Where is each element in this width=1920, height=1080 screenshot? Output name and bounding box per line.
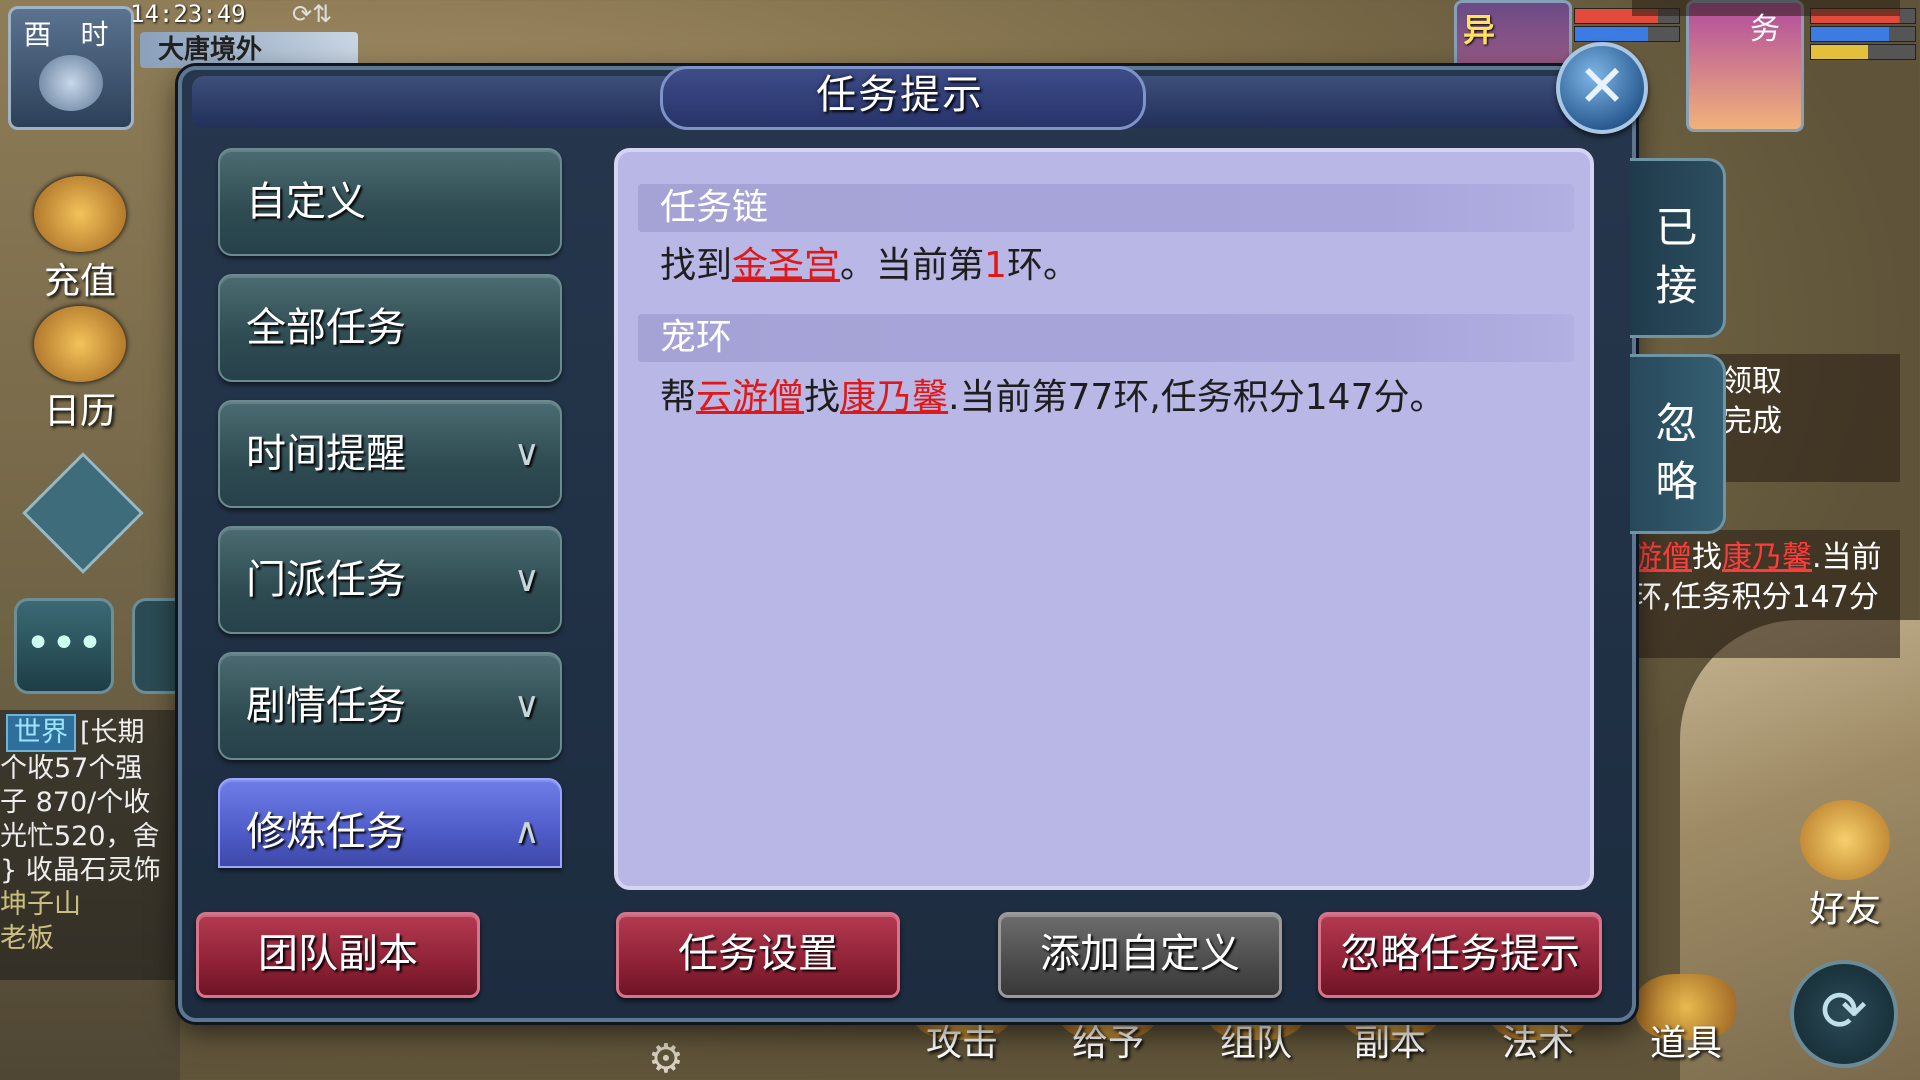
category-label: 时间提醒: [246, 431, 406, 477]
signal-icon: ⟳⇅: [292, 0, 333, 28]
clock: 14:23:49: [130, 0, 246, 28]
task-name: 任务链: [660, 187, 769, 228]
team-dungeon-button[interactable]: 团队副本: [196, 912, 480, 998]
task-text: 。当前第: [840, 245, 985, 286]
chat-bubble-icon[interactable]: •••: [14, 598, 114, 694]
player-anger-bar: [1810, 44, 1916, 60]
tab-accepted[interactable]: 已 接: [1630, 158, 1726, 338]
task-section-header: 任务链: [638, 184, 1574, 232]
chat-line: } 收晶石灵饰: [0, 855, 161, 886]
recharge-label: 充值: [43, 261, 116, 302]
tracker-link[interactable]: 游僧: [1632, 540, 1692, 575]
npc-link[interactable]: 云游僧: [696, 377, 804, 418]
category-label: 门派任务: [246, 557, 406, 603]
gong-icon: [34, 306, 126, 382]
voice-button[interactable]: [132, 598, 178, 694]
category-time-reminder[interactable]: 时间提醒 ∨: [218, 400, 562, 508]
items-button[interactable]: 道具: [1626, 974, 1746, 1066]
task-detail-panel: 任务链 找到金圣宫。当前第1环。 宠环 帮云游僧找康乃馨.当前第77环,任务积分…: [614, 148, 1594, 890]
chevron-up-icon: ∧: [513, 811, 540, 852]
tracker-text: 找: [1692, 540, 1722, 575]
friends-label: 好友: [1808, 889, 1881, 930]
calendar-label: 日历: [43, 391, 116, 432]
chat-line: 坤子山: [0, 889, 81, 920]
pet-mp-bar: [1574, 26, 1680, 42]
gear-icon[interactable]: ⚙: [648, 1036, 684, 1080]
pet-portrait-label: 异: [1463, 11, 1496, 49]
world-chat-panel[interactable]: 世界 [长期 个收57个强 子 870/个收 光忙520，舍 } 收晶石灵饰 坤子…: [0, 710, 178, 980]
item-link[interactable]: 康乃馨: [840, 377, 948, 418]
ignore-task-tip-button[interactable]: 忽略任务提示: [1318, 912, 1602, 998]
tab-ignored[interactable]: 忽 略: [1630, 354, 1726, 534]
location-label[interactable]: 大唐境外: [140, 32, 358, 68]
category-custom[interactable]: 自定义: [218, 148, 562, 256]
task-section-header: 宠环: [638, 314, 1574, 362]
task-text: .当前第77环,任务积分147分。: [948, 377, 1446, 418]
calendar-button[interactable]: 日历: [20, 306, 140, 434]
task-name: 宠环: [660, 317, 733, 358]
refresh-icon[interactable]: ⟳: [1790, 960, 1898, 1068]
close-icon[interactable]: ✕: [1556, 42, 1648, 134]
shichen-label: 酉 时: [23, 18, 119, 51]
tracker-link[interactable]: 康乃馨: [1722, 540, 1812, 575]
moon-emblem-icon: [39, 55, 103, 111]
category-all-tasks[interactable]: 全部任务: [218, 274, 562, 382]
tab-label: 忽: [1655, 399, 1698, 448]
tracker-header-label: 务: [1750, 12, 1780, 47]
chat-line: 子 870/个收: [0, 787, 151, 818]
team-label: 组队: [1219, 1023, 1292, 1064]
tab-label: 接: [1655, 261, 1698, 310]
treasure-chest-icon: [34, 176, 126, 252]
task-round-number: 1: [984, 245, 1007, 286]
tracker-text: .当前: [1812, 540, 1882, 575]
world-channel-tag: 世界: [6, 714, 76, 752]
category-sect-tasks[interactable]: 门派任务 ∨: [218, 526, 562, 634]
give-label: 给予: [1071, 1023, 1144, 1064]
category-story-tasks[interactable]: 剧情任务 ∨: [218, 652, 562, 760]
category-label: 自定义: [246, 179, 366, 225]
task-text: 找: [804, 377, 841, 418]
dungeon-label: 副本: [1353, 1023, 1426, 1064]
task-description: 找到金圣宫。当前第1环。: [660, 240, 1079, 292]
tracker-text: 环,任务积分147分: [1632, 580, 1879, 615]
task-text: 环。: [1006, 245, 1079, 286]
attack-label: 攻击: [925, 1023, 998, 1064]
add-custom-button[interactable]: 添加自定义: [998, 912, 1282, 998]
task-text: 帮: [660, 377, 697, 418]
category-label: 全部任务: [246, 305, 406, 351]
items-label: 道具: [1649, 1023, 1722, 1064]
chat-line: 老板: [0, 923, 54, 954]
chat-line: 个收57个强: [0, 753, 143, 784]
tab-label: 已: [1655, 203, 1698, 252]
category-label: 剧情任务: [246, 683, 406, 729]
tab-label: 略: [1655, 457, 1698, 506]
tracker-entry[interactable]: 游僧找康乃馨.当前 环,任务积分147分: [1632, 530, 1900, 658]
category-cultivation-tasks[interactable]: 修炼任务 ∧: [218, 778, 562, 868]
chevron-down-icon: ∨: [513, 559, 540, 600]
chat-line: 光忙520，舍: [0, 821, 160, 852]
chat-line: [长期: [80, 717, 145, 748]
player-portrait[interactable]: [1686, 0, 1804, 132]
chevron-down-icon: ∨: [513, 685, 540, 726]
player-mp-bar: [1810, 26, 1916, 42]
task-description: 帮云游僧找康乃馨.当前第77环,任务积分147分。: [660, 372, 1445, 424]
chevron-down-icon: ∨: [513, 433, 540, 474]
npc-link[interactable]: 金圣宫: [732, 245, 840, 286]
category-label: 修炼任务: [246, 809, 406, 855]
dialog-title: 任务提示: [816, 72, 984, 118]
handshake-icon: [1800, 800, 1890, 880]
time-badge[interactable]: 酉 时: [8, 6, 134, 130]
friends-button[interactable]: 好友: [1790, 800, 1900, 932]
tracker-header: 务: [1632, 0, 1900, 47]
task-settings-button[interactable]: 任务设置: [616, 912, 900, 998]
recharge-button[interactable]: 充值: [20, 176, 140, 304]
spell-label: 法术: [1501, 1023, 1574, 1064]
task-text: 找到: [660, 245, 733, 286]
